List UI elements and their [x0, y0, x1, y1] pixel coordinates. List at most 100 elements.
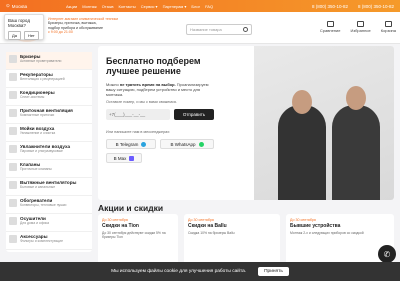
nav-promo[interactable]: Акции	[66, 4, 77, 9]
nav-blog[interactable]: Блог	[191, 4, 200, 9]
hero-cta-text: Оставьте номер, и мы с вами свяжемся.	[106, 100, 177, 104]
sidebar-item-conditioners[interactable]: Кондиционеры Сплит-системы	[6, 88, 92, 106]
hero-photo	[254, 46, 394, 200]
nav-contacts[interactable]: Контакты	[118, 4, 135, 9]
header: Ваш город Москва? Да Нет Интернет-магази…	[0, 12, 400, 44]
city-label: Москва	[11, 3, 28, 9]
accessory-icon	[9, 235, 17, 243]
nav-install[interactable]: Монтаж	[82, 4, 97, 9]
whatsapp-button[interactable]: В WhatsApp	[160, 139, 214, 149]
heater-icon	[9, 199, 17, 207]
favorites-button[interactable]: Избранное	[350, 21, 371, 33]
sidebar-item-sub: Увлажнение и очистка	[20, 131, 56, 135]
sidebar-item-valves[interactable]: Клапаны Приточные клапаны	[6, 160, 92, 178]
top-nav: Акции Монтаж Отзыв Контакты Сервис ▾ Пар…	[66, 4, 213, 9]
sidebar-item-air-washers[interactable]: Мойки воздуха Увлажнение и очистка	[6, 124, 92, 142]
promo-title: Акции и скидки	[98, 203, 164, 213]
location-icon: ⊙	[6, 3, 10, 8]
sidebar-item-dehumidifiers[interactable]: Осушители Для дома и офиса	[6, 214, 92, 232]
humidifier-icon	[9, 145, 17, 153]
sidebar-item-sub: Вентиляция с рекуперацией	[20, 77, 65, 81]
max-label: В Max	[113, 155, 127, 161]
city-no-button[interactable]: Нет	[23, 31, 39, 40]
nav-service[interactable]: Сервис ▾	[141, 4, 158, 9]
promo-date: До 30 сентября	[102, 218, 128, 222]
nav-partners[interactable]: Партнерам ▾	[163, 4, 187, 9]
heart-icon	[357, 21, 365, 27]
whatsapp-label: В WhatsApp	[170, 141, 196, 147]
phones: 8 (800) 350-10-82 8 (800) 350-10-82	[312, 4, 394, 9]
hero-description: Можно не тратить время на выбор. Проанал…	[106, 82, 216, 97]
nav-reviews[interactable]: Отзыв	[102, 4, 114, 9]
max-button[interactable]: В Max	[106, 153, 142, 163]
sidebar-item-sub: Паровые и ультразвуковые	[20, 149, 63, 153]
messengers-text: Или напишите нам в мессенджерах:	[106, 130, 171, 134]
promo-card[interactable]: До 30 сентября Бывшие устройства Монтаж …	[286, 214, 394, 266]
sidebar-item-recuperators[interactable]: Рекуператоры Вентиляция с рекуперацией	[6, 70, 92, 88]
cookie-accept-button[interactable]: Принять	[258, 267, 289, 276]
promo-card-title: Бывшие устройства	[290, 223, 341, 229]
sidebar-item-sub: Бытовые и канальные	[20, 185, 56, 189]
fan-icon	[9, 181, 17, 189]
sidebar-item-sub: Сплит-системы	[20, 95, 45, 99]
city-question: Ваш город Москва?	[8, 18, 30, 28]
sidebar-item-sub: Конвекторы, тепловые пушки	[20, 203, 67, 207]
promo-date: До 30 сентября	[188, 218, 214, 222]
sidebar-item-supply-ventilation[interactable]: Приточная вентиляция Компактные приточки	[6, 106, 92, 124]
valve-icon	[9, 163, 17, 171]
work-hours: с 9:00 до 21:00	[48, 30, 73, 35]
telegram-icon	[141, 141, 147, 147]
person-head	[292, 90, 312, 114]
air-washer-icon	[9, 127, 17, 135]
search-icon[interactable]	[243, 27, 248, 32]
tagline: Интернет-магазин климатической техники Б…	[48, 17, 128, 35]
sidebar-item-humidifiers[interactable]: Увлажнители воздуха Паровые и ультразвуко…	[6, 142, 92, 160]
sidebar-item-sub: Компактные приточки	[20, 113, 55, 117]
conditioner-icon	[9, 91, 17, 99]
cookie-banner: Мы используем файлы cookie для улучшения…	[0, 262, 400, 281]
favorites-label: Избранное	[350, 28, 371, 33]
promo-card[interactable]: До 30 сентября Скидки на Tion До 30 сент…	[98, 214, 178, 266]
recuperator-icon	[9, 73, 17, 81]
dehumidifier-icon	[9, 217, 17, 225]
whatsapp-icon	[198, 141, 204, 147]
telegram-button[interactable]: В Telegram	[106, 139, 156, 149]
sidebar-item-sub: Фильтры и комплектующие	[20, 239, 63, 243]
breezer-icon	[9, 55, 17, 63]
promo-card-desc: До 30 сентября действуют скидки 5% на бр…	[102, 231, 166, 240]
sidebar-item-breezers[interactable]: Бризеры Активные проветриватели	[6, 52, 92, 70]
cart-label: Корзина	[380, 28, 396, 33]
submit-button[interactable]: Отправить	[174, 109, 214, 120]
person-figure	[332, 105, 380, 200]
phone-link[interactable]: 8 (800) 350-10-82	[358, 4, 394, 9]
nav-faq[interactable]: FAQ	[205, 4, 213, 9]
telegram-label: В Telegram	[115, 141, 139, 147]
hero-title: Бесплатно подберем лучшее решение	[106, 56, 201, 76]
search-input[interactable]: Название товара	[186, 24, 252, 35]
promo-date: До 30 сентября	[290, 218, 316, 222]
top-bar: ⊙ Москва Акции Монтаж Отзыв Контакты Сер…	[0, 0, 400, 12]
city-yes-button[interactable]: Да	[8, 31, 21, 40]
cookie-text: Мы используем файлы cookie для улучшения…	[111, 269, 247, 274]
cart-button[interactable]: Корзина	[381, 21, 396, 33]
compare-icon	[326, 21, 334, 27]
compare-button[interactable]: Сравнение	[320, 21, 340, 33]
search-placeholder: Название товара	[190, 27, 222, 32]
header-icons: Сравнение Избранное Корзина	[320, 21, 396, 33]
phone-input[interactable]: +7(___)___-__-__	[106, 109, 170, 120]
max-icon	[129, 155, 135, 161]
person-figure	[278, 105, 326, 200]
promo-card[interactable]: До 30 сентября Скидки на Ballu Скидка 10…	[184, 214, 280, 266]
sidebar-item-heaters[interactable]: Обогреватели Конвекторы, тепловые пушки	[6, 196, 92, 214]
sidebar-item-accessories[interactable]: Аксессуары Фильтры и комплектующие	[6, 232, 92, 250]
phone-link[interactable]: 8 (800) 350-10-82	[312, 4, 348, 9]
sidebar-item-sub: Приточные клапаны	[20, 167, 52, 171]
city-selector[interactable]: ⊙ Москва	[6, 3, 46, 9]
phone-icon: ✆	[383, 249, 391, 259]
promo-card-desc: Монтаж 2-х и следующих приборов со скидк…	[290, 231, 364, 235]
hero-banner: Бесплатно подберем лучшее решение Можно …	[98, 46, 394, 200]
call-button[interactable]: ✆	[378, 245, 396, 263]
promo-card-title: Скидки на Ballu	[188, 223, 227, 229]
sidebar-item-exhaust-fans[interactable]: Вытяжные вентиляторы Бытовые и канальные	[6, 178, 92, 196]
city-confirm-popup: Ваш город Москва? Да Нет	[4, 14, 44, 40]
